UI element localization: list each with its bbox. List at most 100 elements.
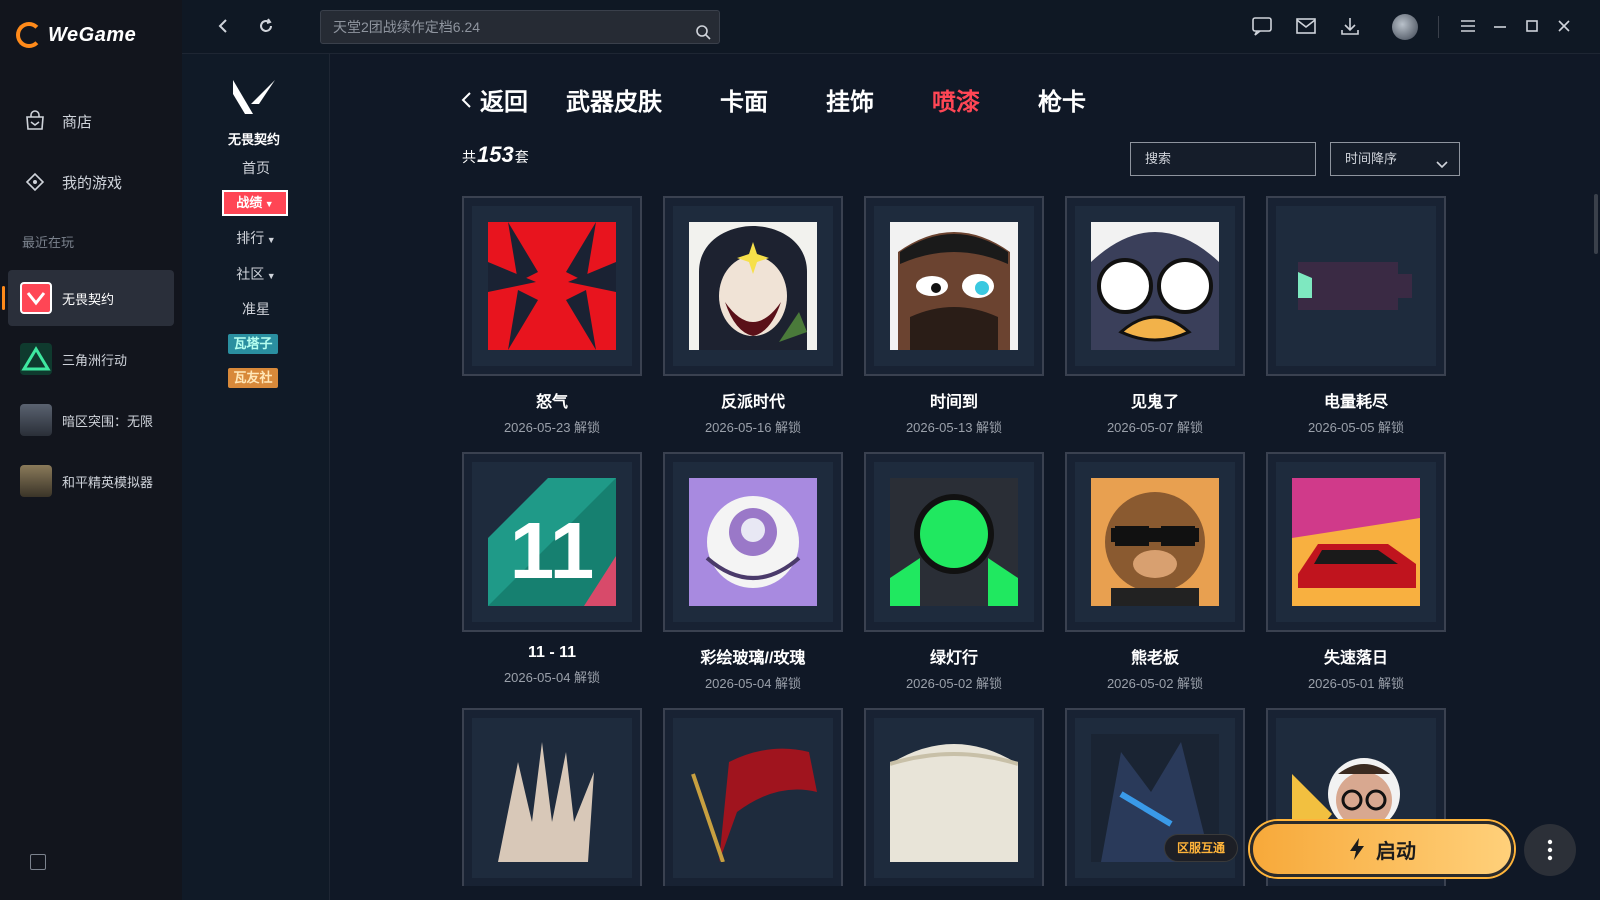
spray-frame-inner [673,462,833,622]
caret-down-icon: ▼ [264,235,276,245]
nav-store[interactable]: 商店 [22,108,92,134]
search-icon[interactable] [695,19,711,51]
spray-date: 2026-05-16 解锁 [704,420,802,435]
spray-card[interactable]: 彩绘玻璃//玫瑰 2026-05-04 解锁 [663,452,843,692]
gamepad-icon [22,169,48,195]
spray-frame [663,452,843,632]
user-avatar[interactable] [1392,14,1418,40]
recent-game-label: 暗区突围：无限 [62,413,154,429]
subnav-record[interactable]: 战绩 ▼ [222,190,288,216]
topbar-divider [1438,16,1439,38]
spray-card[interactable]: 反派时代 2026-05-16 解锁 [663,196,843,436]
recent-game-valorant[interactable]: 无畏契约 [2,270,174,326]
battery-spray-icon [1292,222,1420,350]
caret-down-icon: ▼ [262,199,274,209]
spray-card[interactable]: 怒气 2026-05-23 解锁 [462,196,642,436]
spray-frame [864,196,1044,376]
spray-search-input[interactable]: 搜索 [1130,142,1316,176]
spray-frame-inner [673,206,833,366]
subnav-ranking[interactable]: 排行 ▼ [182,228,330,248]
spray-date: 2026-05-07 解锁 [1106,420,1204,435]
recent-game-delta-force[interactable]: 三角洲行动 [8,331,174,387]
spray-card[interactable] [462,708,642,886]
count-suffix: 套 [514,149,529,165]
game-subnav: 无畏契约 首页 战绩 ▼ 排行 ▼ 社区 ▼ 准星 瓦塔子 瓦友社 [182,54,330,900]
top-bar: 天堂2团战续作定档6.24 [182,0,1600,54]
mail-icon[interactable] [1294,14,1318,38]
global-search-input[interactable]: 天堂2团战续作定档6.24 [320,10,720,44]
arena-breakout-game-icon [20,404,52,436]
valorant-logo[interactable]: 无畏契约 [222,76,286,147]
spray-name: 电量耗尽 [1323,394,1388,411]
back-arrow-icon[interactable] [212,14,236,38]
more-options-button[interactable] [1524,824,1576,876]
back-label: 返回 [480,89,528,116]
greenlight-spray-icon [890,478,1018,606]
launch-button[interactable]: 启动 [1250,821,1514,877]
wegame-logo[interactable]: WeGame [16,22,136,48]
peace-elite-game-icon [20,465,52,497]
spray-date: 2026-05-04 解锁 [704,676,802,691]
content-scrollbar[interactable] [1594,194,1598,254]
chat-icon[interactable] [1250,14,1274,38]
subnav-crosshair[interactable]: 准星 [182,299,330,319]
spray-card[interactable]: 见鬼了 2026-05-07 解锁 [1065,196,1245,436]
spray-card[interactable]: 电量耗尽 2026-05-05 解锁 [1266,196,1446,436]
region-crossplay-badge: 区服互通 [1164,834,1238,862]
back-button[interactable]: 返回 [460,82,528,117]
spray-card[interactable]: 熊老板 2026-05-02 解锁 [1065,452,1245,692]
minimize-icon[interactable] [1488,14,1512,38]
spray-frame-inner [472,206,632,366]
spray-name: 彩绘玻璃//玫瑰 [700,650,806,667]
subnav-community[interactable]: 社区 ▼ [182,264,330,284]
spray-card[interactable]: 失速落日 2026-05-01 解锁 [1266,452,1446,692]
maximize-icon[interactable] [1520,14,1544,38]
spray-name: 绿灯行 [929,650,978,667]
recent-game-peace-elite[interactable]: 和平精英模拟器 [8,453,174,509]
sort-dropdown[interactable]: 时间降序 [1330,142,1460,176]
rose-spray-icon [689,478,817,606]
chevron-down-icon [1435,151,1449,183]
main-content: 返回 武器皮肤 卡面 挂饰 喷漆 枪卡 共 153 套 搜索 时间降序 怒气 2… [330,54,1600,900]
spray-card[interactable] [864,708,1044,886]
close-icon[interactable] [1552,14,1576,38]
count-prefix: 共 [462,149,476,165]
spray-name: 怒气 [535,394,568,411]
spray-date: 2026-05-23 解锁 [503,420,601,435]
subnav-home[interactable]: 首页 [182,158,330,178]
spray-frame [663,708,843,886]
spray-card[interactable]: 时间到 2026-05-13 解锁 [864,196,1044,436]
subnav-tag-watazi[interactable]: 瓦塔子 [228,334,278,354]
spray-name: 见鬼了 [1130,394,1179,411]
tab-gun-cards[interactable]: 枪卡 [1038,82,1086,117]
refresh-icon[interactable] [254,14,278,38]
tab-cards[interactable]: 卡面 [720,82,768,117]
subnav-tag-wayoushe[interactable]: 瓦友社 [228,368,278,388]
collapse-sidebar-icon[interactable] [30,854,46,870]
spray-frame [462,708,642,886]
spray-card[interactable]: 绿灯行 2026-05-02 解锁 [864,452,1044,692]
cup-spray-icon [890,734,1018,862]
tab-weapon-skins[interactable]: 武器皮肤 [566,82,662,117]
menu-icon[interactable] [1456,14,1480,38]
spray-card[interactable] [663,708,843,886]
tab-charms[interactable]: 挂饰 [826,82,874,117]
category-tabs: 返回 武器皮肤 卡面 挂饰 喷漆 枪卡 [460,82,1144,117]
spray-frame-inner [1075,462,1235,622]
subnav-community-label: 社区 [236,266,265,282]
spray-name: 熊老板 [1130,650,1179,667]
spray-frame-inner [1276,206,1436,366]
spray-frame [1266,452,1446,632]
nav-my-games[interactable]: 我的游戏 [22,169,122,195]
spray-frame: 11 [462,452,642,632]
recent-section-label: 最近在玩 [22,235,75,250]
download-icon[interactable] [1338,14,1362,38]
spray-name: 失速落日 [1323,650,1388,667]
recent-game-arena-breakout[interactable]: 暗区突围：无限 [8,392,174,448]
spray-date: 2026-05-13 解锁 [905,420,1003,435]
spray-frame-inner [874,206,1034,366]
chevron-left-icon [461,91,471,108]
spray-card[interactable]: 11 11 - 11 2026-05-04 解锁 [462,452,642,686]
delta-force-game-icon [20,343,52,375]
tab-sprays[interactable]: 喷漆 [932,82,980,117]
